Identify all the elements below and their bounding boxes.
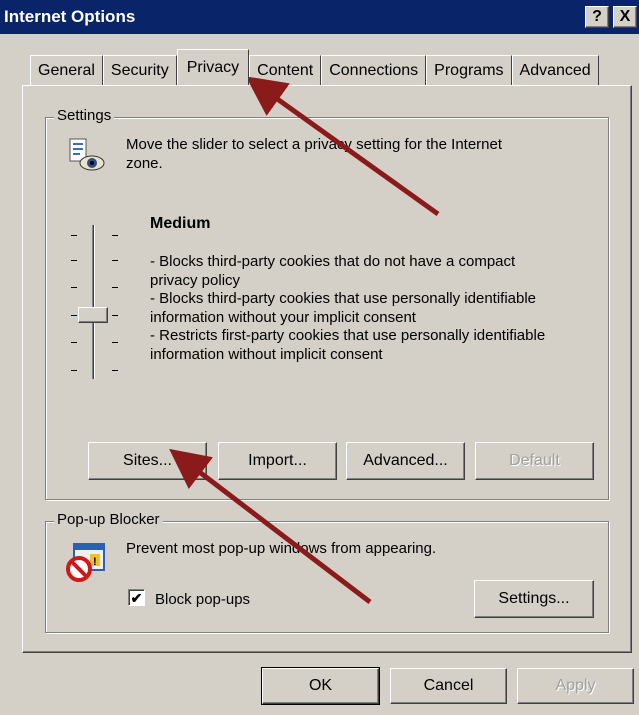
advanced-button[interactable]: Advanced... [346,442,465,480]
window-title: Internet Options [4,7,136,26]
slider-tick [71,235,77,236]
level-line-5: - Restricts first-party cookies that use… [150,327,546,344]
privacy-description-line-2: zone. [126,155,163,172]
settings-group-label: Settings [54,107,115,124]
level-line-2: privacy policy [150,271,241,289]
tab-privacy[interactable]: Privacy [176,49,250,85]
block-popups-checkbox[interactable]: ✔ [128,589,145,606]
tab-strip: General Security Privacy Content Connect… [30,49,599,85]
slider-tick [112,315,118,316]
internet-options-dialog: Internet Options ? X General Security Pr… [0,0,639,715]
slider-tick [71,260,77,261]
title-bar[interactable]: Internet Options ? X [0,0,639,34]
privacy-level-title: Medium [150,215,211,232]
slider-tick [71,315,77,316]
slider-thumb[interactable] [78,307,108,323]
tab-general[interactable]: General [30,55,103,85]
privacy-description-line-1: Move the slider to select a privacy sett… [126,136,503,153]
popup-description: Prevent most pop-up windows from appeari… [126,540,437,557]
tab-advanced[interactable]: Advanced [511,55,599,85]
sites-button[interactable]: Sites... [88,442,207,480]
tab-security[interactable]: Security [102,55,177,85]
cancel-button[interactable]: Cancel [390,668,507,704]
help-button[interactable]: ? [585,6,609,28]
slider-tick [112,370,118,371]
level-line-1: - Blocks third-party cookies that do not… [150,253,516,270]
import-button[interactable]: Import... [218,442,337,480]
default-button[interactable]: Default [475,442,594,480]
apply-button[interactable]: Apply [517,668,634,704]
level-line-3: - Blocks third-party cookies that use pe… [150,290,537,307]
slider-tick [71,370,77,371]
slider-tick [71,342,77,343]
level-line-6: information without implicit consent [150,345,383,363]
slider-track[interactable] [92,225,95,379]
slider-tick [71,287,77,288]
privacy-level-description: - Blocks third-party cookies that do not… [150,253,605,364]
popup-blocker-group-label: Pop-up Blocker [54,511,163,528]
slider-tick [112,260,118,261]
privacy-description: Move the slider to select a privacy sett… [126,135,596,173]
tab-connections[interactable]: Connections [321,55,427,85]
tab-content[interactable]: Content [249,55,322,85]
privacy-eye-icon [69,138,105,171]
slider-tick [112,287,118,288]
tab-programs[interactable]: Programs [426,55,512,85]
ok-button[interactable]: OK [261,667,380,705]
slider-tick [112,342,118,343]
close-button[interactable]: X [613,6,637,28]
slider-tick [112,235,118,236]
block-popups-label[interactable]: Block pop-ups [155,590,250,609]
popup-settings-button[interactable]: Settings... [474,580,594,618]
level-line-4: information without your implicit consen… [150,308,416,326]
svg-text:!: ! [93,556,97,568]
popup-blocked-icon: ! [66,543,105,582]
